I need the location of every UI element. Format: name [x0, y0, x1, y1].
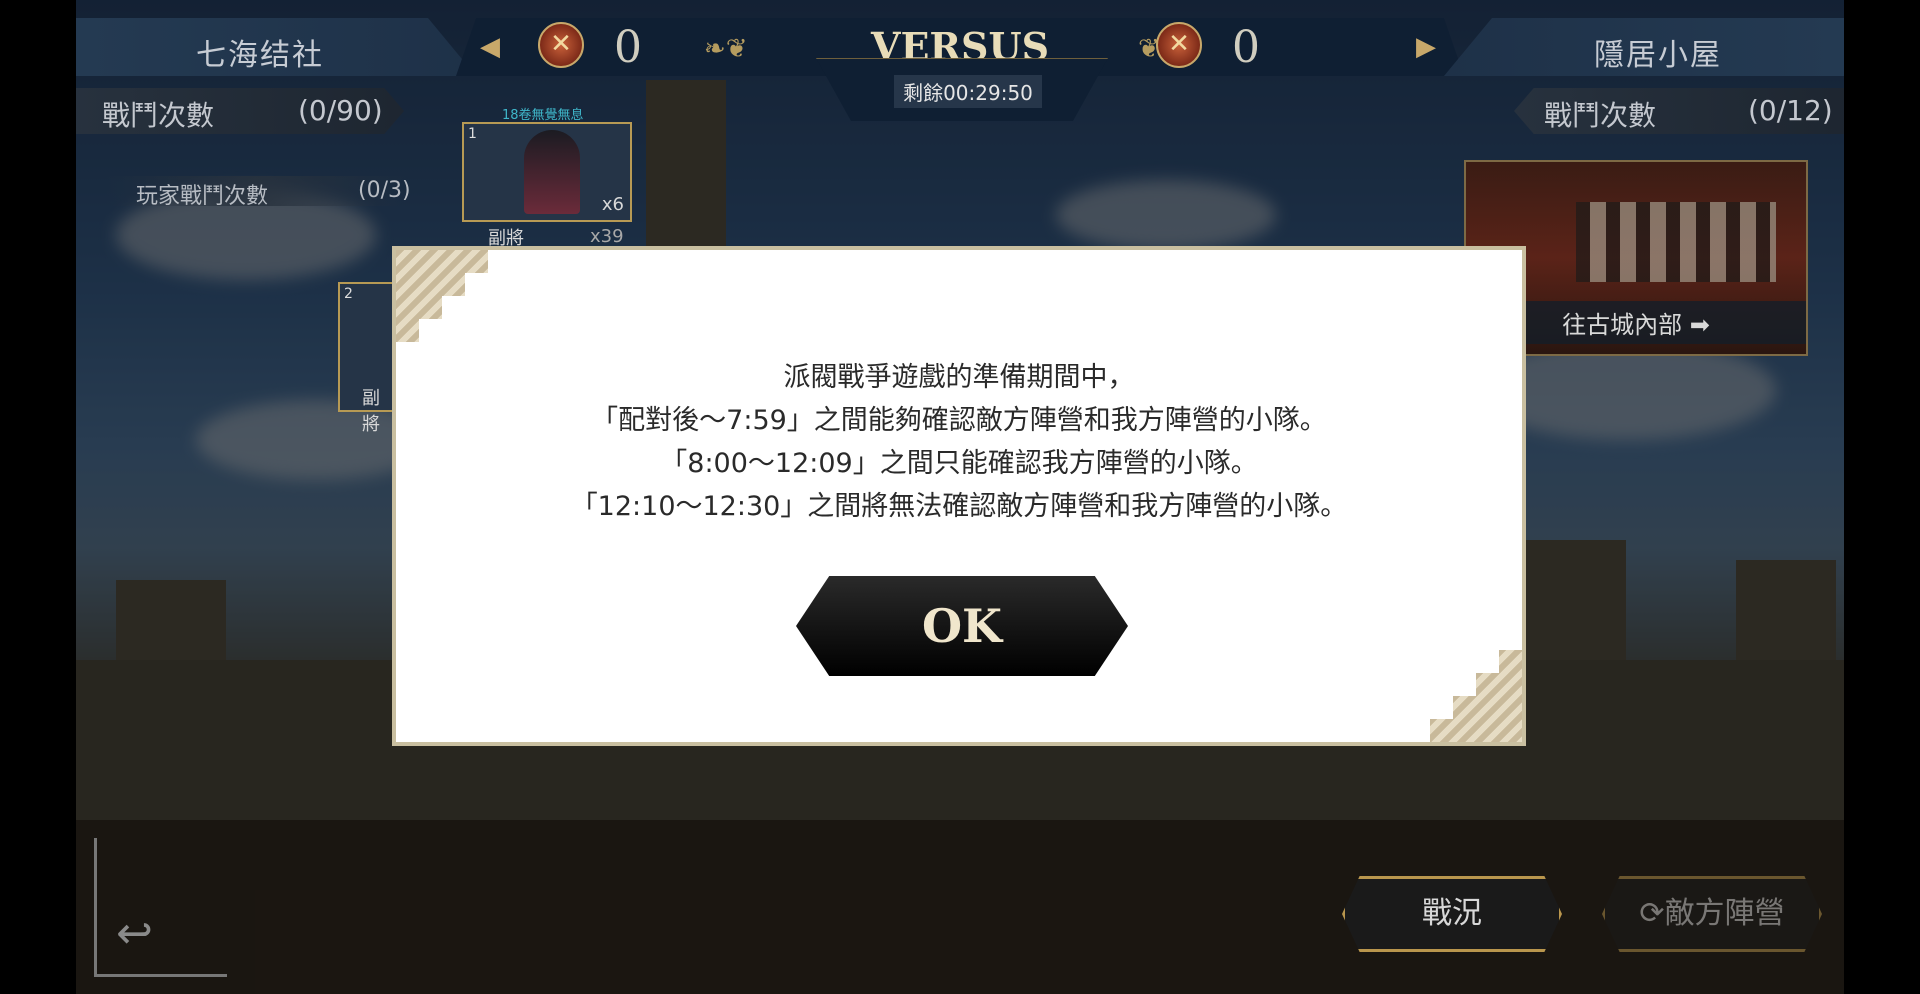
info-dialog: 派閥戰爭遊戲的準備期間中， 「配對後～7:59」之間能夠確認敵方陣營和我方陣營的…: [392, 246, 1526, 746]
ok-button[interactable]: OK: [796, 576, 1128, 676]
unit-card-1[interactable]: 1 x6: [462, 122, 632, 222]
unit-role: 副將: [362, 388, 380, 435]
unit-number: 2: [344, 286, 353, 302]
left-battle-count: 戰鬥次數 (0/90): [76, 88, 404, 134]
right-battle-count: 戰鬥次數 (0/12): [1514, 88, 1844, 134]
unit-role-count: x39: [590, 226, 624, 247]
dialog-line-3: 「8:00～12:09」之間只能確認我方陣營的小隊。: [660, 448, 1258, 479]
dialog-line-2: 「配對後～7:59」之間能夠確認敵方陣營和我方陣營的小隊。: [591, 405, 1327, 436]
player-battle-value: (0/3): [358, 178, 411, 203]
unit-count: x6: [601, 194, 624, 215]
remaining-timer: 剩餘00:29:50: [894, 75, 1042, 108]
castle-windows: [1576, 202, 1776, 282]
right-team-name: 隱居小屋: [1594, 38, 1722, 73]
dialog-corner-ornament: [396, 250, 488, 342]
unit-number: 1: [468, 126, 477, 142]
enemy-camp-button[interactable]: ⟳敵方陣營: [1602, 876, 1822, 952]
back-icon[interactable]: ↩: [116, 908, 153, 959]
back-frame: [94, 838, 227, 977]
right-score: 0: [1232, 22, 1260, 73]
dialog-line-4: 「12:10～12:30」之間將無法確認敵方陣營和我方陣營的小隊。: [570, 491, 1348, 522]
dialog-line-1: 派閥戰爭遊戲的準備期間中，: [783, 362, 1135, 393]
battle-count-value: (0/12): [1748, 94, 1833, 127]
unit-card-2[interactable]: 2 副將: [338, 282, 398, 435]
battle-status-button[interactable]: 戰況: [1342, 876, 1562, 952]
battle-count-label: 戰鬥次數: [1544, 99, 1657, 132]
dialog-corner-ornament: [1430, 650, 1522, 742]
refresh-icon: ⟳: [1639, 896, 1665, 931]
enemy-camp-label: 敵方陣營: [1664, 896, 1785, 931]
battle-count-label: 戰鬥次數: [102, 99, 215, 132]
dialog-message: 派閥戰爭遊戲的準備期間中， 「配對後～7:59」之間能夠確認敵方陣營和我方陣營的…: [396, 356, 1522, 528]
player-battle-count: 玩家戰鬥次數 (0/3): [106, 176, 411, 209]
right-team-banner: 隱居小屋: [1444, 18, 1844, 76]
player-battle-label: 玩家戰鬥次數: [136, 184, 269, 209]
unit-portrait: [524, 130, 580, 214]
left-team-banner: 七海结社: [76, 18, 476, 76]
left-team-name: 七海结社: [196, 38, 324, 73]
arrow-ornament-right: ▶: [1416, 32, 1436, 62]
unit-banner: 18卷無覺無息: [502, 108, 584, 123]
battle-count-value: (0/90): [298, 94, 383, 127]
right-faction-emblem: ✕: [1156, 22, 1202, 68]
